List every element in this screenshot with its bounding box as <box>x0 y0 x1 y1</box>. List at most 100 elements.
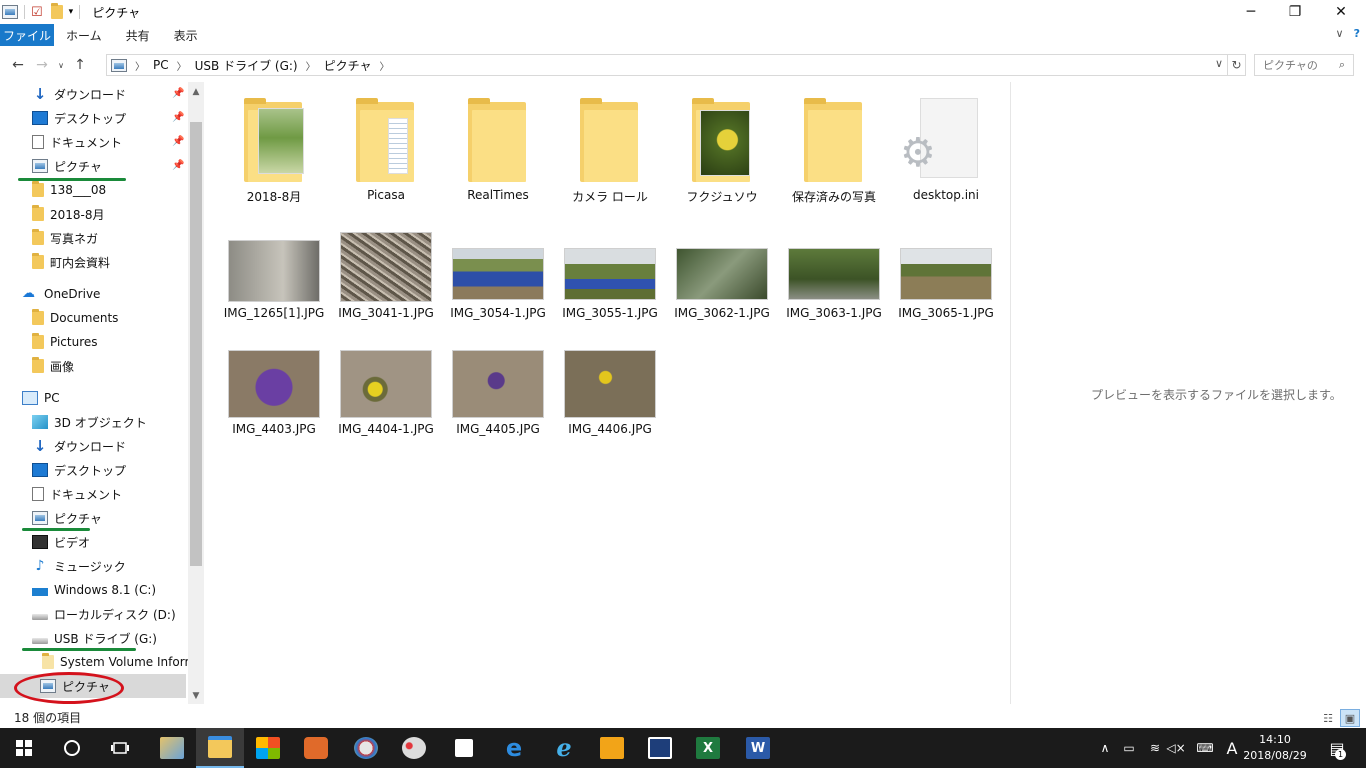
tray-expand-icon[interactable]: ∧ <box>1096 728 1114 768</box>
address-dropdown-icon[interactable]: ∨ <box>1215 57 1223 70</box>
word-app-icon[interactable]: W <box>734 728 782 768</box>
nav-item-documents[interactable]: ドキュメント <box>32 482 122 506</box>
nav-item-videos[interactable]: ビデオ <box>32 530 90 554</box>
close-button[interactable]: ✕ <box>1318 0 1364 24</box>
refresh-icon[interactable]: ↻ <box>1228 54 1246 76</box>
folder-item[interactable]: Picasa <box>330 92 442 212</box>
quick-access-dropdown-icon[interactable]: ▾ <box>69 7 74 17</box>
breadcrumb-pictures[interactable]: ピクチャ <box>324 57 372 74</box>
toolbox-app-icon[interactable] <box>292 728 340 768</box>
notification-center-icon[interactable]: ▤ 1 <box>1322 728 1352 768</box>
clock[interactable]: 14:10 2018/08/29 <box>1240 732 1310 764</box>
keyboard-icon[interactable]: ⌨ <box>1190 728 1220 768</box>
folder-item[interactable]: 2018-8月 <box>218 92 330 212</box>
nav-item-folder-photo-negatives[interactable]: 写真ネガ <box>32 226 98 250</box>
expand-ribbon-icon[interactable]: ∨ <box>1336 27 1344 40</box>
nav-item-folder-138[interactable]: 138___08 <box>32 178 106 202</box>
tab-share[interactable]: 共有 <box>114 24 162 46</box>
tab-home[interactable]: ホーム <box>54 24 114 46</box>
back-arrow-icon[interactable]: ← <box>6 53 30 77</box>
large-icons-view-icon[interactable]: ▣ <box>1340 709 1360 727</box>
forward-arrow-icon[interactable]: → <box>30 53 54 77</box>
nav-item-onedrive-documents[interactable]: Documents <box>32 306 118 330</box>
image-item[interactable]: IMG_3063-1.JPG <box>778 230 890 330</box>
folder-item[interactable]: カメラ ロール <box>554 92 666 212</box>
file-name: IMG_4404-1.JPG <box>338 422 434 436</box>
internet-explorer-icon[interactable]: ℯ <box>540 728 588 768</box>
volume-icon[interactable]: ◁× <box>1166 728 1186 768</box>
nav-scrollbar-thumb[interactable] <box>190 122 202 566</box>
file-item-ini[interactable]: ⚙ desktop.ini <box>890 92 1002 212</box>
edge-browser-icon[interactable]: e <box>490 728 538 768</box>
image-item[interactable]: IMG_3065-1.JPG <box>890 230 1002 330</box>
breadcrumb-usb-drive[interactable]: USB ドライブ (G:) <box>195 57 298 74</box>
palette-app-icon[interactable] <box>390 728 438 768</box>
orange-app-icon[interactable] <box>588 728 636 768</box>
nav-item-onedrive[interactable]: ☁ OneDrive <box>22 282 100 306</box>
maximize-button[interactable]: ❐ <box>1272 0 1318 24</box>
nav-item-drive-c[interactable]: Windows 8.1 (C:) <box>32 578 156 602</box>
details-view-icon[interactable]: ☷ <box>1318 709 1338 727</box>
pin-icon[interactable]: 📌 <box>172 88 184 99</box>
photo-viewer-app-icon[interactable] <box>148 728 196 768</box>
nav-item-onedrive-pictures[interactable]: Pictures <box>32 330 98 354</box>
nav-item-pictures-quick[interactable]: ピクチャ <box>32 154 102 178</box>
new-folder-quick-icon[interactable] <box>50 3 63 19</box>
minimize-button[interactable]: ─ <box>1228 0 1274 24</box>
nav-item-usb-drive-g[interactable]: USB ドライブ (G:) <box>32 626 157 650</box>
image-item[interactable]: IMG_4404-1.JPG <box>330 348 442 448</box>
folder-item[interactable]: RealTimes <box>442 92 554 212</box>
nav-item-desktop-quick[interactable]: デスクトップ <box>32 106 126 130</box>
tab-view[interactable]: 表示 <box>162 24 210 46</box>
excel-app-icon[interactable]: X <box>684 728 732 768</box>
folder-item[interactable]: 保存済みの写真 <box>778 92 890 212</box>
wifi-icon[interactable]: ≋ <box>1144 728 1166 768</box>
help-icon[interactable]: ? <box>1354 27 1360 40</box>
file-explorer-taskbar-icon[interactable] <box>196 728 244 768</box>
nav-item-pictures[interactable]: ピクチャ <box>32 506 102 530</box>
nav-item-folder-town-council[interactable]: 町内会資料 <box>32 250 110 274</box>
nav-item-system-volume-info[interactable]: System Volume Informat <box>42 650 204 674</box>
scroll-up-icon[interactable]: ▲ <box>188 84 204 100</box>
nav-item-folder-2018-8[interactable]: 2018-8月 <box>32 202 105 226</box>
pin-icon[interactable]: 📌 <box>172 136 184 147</box>
image-item[interactable]: IMG_3041-1.JPG <box>330 230 442 330</box>
image-item[interactable]: IMG_4406.JPG <box>554 348 666 448</box>
pin-icon[interactable]: 📌 <box>172 160 184 171</box>
scroll-down-icon[interactable]: ▼ <box>188 688 204 704</box>
properties-quick-icon[interactable]: ☑ <box>31 5 43 20</box>
recent-locations-icon[interactable]: ∨ <box>54 53 68 77</box>
image-item[interactable]: IMG_4405.JPG <box>442 348 554 448</box>
battery-icon[interactable]: ▭ <box>1118 728 1140 768</box>
nav-item-desktop[interactable]: デスクトップ <box>32 458 126 482</box>
store-app-icon[interactable] <box>244 728 292 768</box>
folder-item[interactable]: フクジュソウ <box>666 92 778 212</box>
nav-item-downloads-quick[interactable]: ↓ ダウンロード <box>32 82 126 106</box>
nav-item-music[interactable]: ♪ ミュージック <box>32 554 126 578</box>
up-arrow-icon[interactable]: ↑ <box>68 53 92 77</box>
annotation-red-circle <box>14 672 124 704</box>
search-circle-icon[interactable] <box>48 728 96 768</box>
image-item[interactable]: IMG_3062-1.JPG <box>666 230 778 330</box>
nav-item-3d-objects[interactable]: 3D オブジェクト <box>32 410 147 434</box>
breadcrumb-pc[interactable]: PC <box>153 58 169 72</box>
paint-app-icon[interactable] <box>342 728 390 768</box>
ime-pad-app-icon[interactable] <box>636 728 684 768</box>
search-input[interactable]: ピクチャの ⌕ <box>1254 54 1354 76</box>
nav-item-drive-d[interactable]: ローカルディスク (D:) <box>32 602 176 626</box>
nav-item-downloads[interactable]: ↓ ダウンロード <box>32 434 126 458</box>
address-bar[interactable]: 〉 PC 〉 USB ドライブ (G:) 〉 ピクチャ 〉 ∨ <box>106 54 1228 76</box>
nav-item-documents-quick[interactable]: ドキュメント <box>32 130 122 154</box>
task-view-icon[interactable] <box>96 728 144 768</box>
nav-item-onedrive-images[interactable]: 画像 <box>32 354 74 378</box>
image-item[interactable]: IMG_3054-1.JPG <box>442 230 554 330</box>
start-windows-icon[interactable] <box>0 728 48 768</box>
pin-icon[interactable]: 📌 <box>172 112 184 123</box>
image-item[interactable]: IMG_3055-1.JPG <box>554 230 666 330</box>
sticky-notes-icon[interactable] <box>440 728 488 768</box>
image-item[interactable]: IMG_1265[1].JPG <box>218 230 330 330</box>
ime-mode-indicator[interactable]: A <box>1222 728 1242 768</box>
tab-file[interactable]: ファイル <box>0 24 54 46</box>
image-item[interactable]: IMG_4403.JPG <box>218 348 330 448</box>
nav-item-pc[interactable]: PC <box>22 386 60 410</box>
